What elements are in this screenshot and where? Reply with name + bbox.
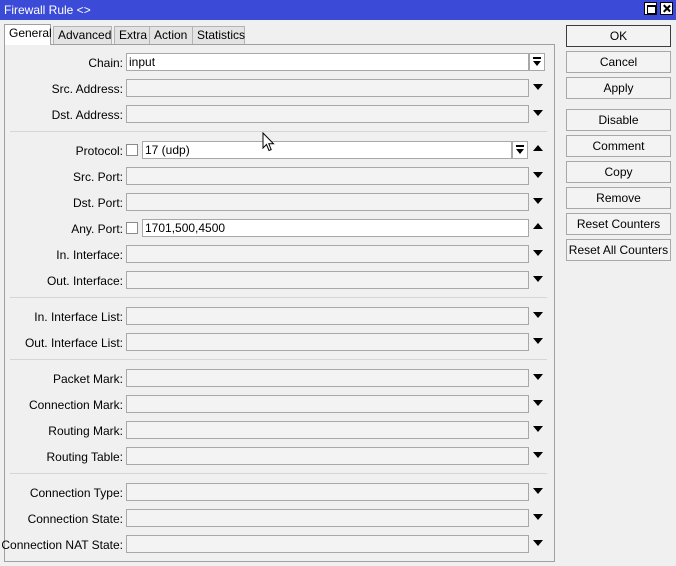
out-interface-label: Out. Interface:	[46, 274, 123, 288]
packet-mark-input[interactable]	[126, 369, 529, 387]
connection-nat-state-expand-icon[interactable]	[533, 540, 543, 546]
tab-extra[interactable]: Extra	[114, 26, 150, 44]
connection-state-label: Connection State:	[27, 512, 123, 526]
separator	[10, 131, 547, 132]
packet-mark-label: Packet Mark:	[52, 372, 123, 386]
remove-button[interactable]: Remove	[566, 187, 671, 209]
any-port-collapse-icon[interactable]	[533, 223, 543, 229]
separator	[10, 473, 547, 474]
protocol-negate-checkbox[interactable]	[126, 144, 138, 156]
out-interface-list-expand-icon[interactable]	[533, 338, 543, 344]
routing-table-row: Routing Table:	[5, 447, 554, 467]
in-interface-row: In. Interface:	[5, 245, 554, 265]
in-interface-list-input[interactable]	[126, 307, 529, 325]
in-interface-label: In. Interface:	[56, 248, 123, 262]
dst-port-expand-icon[interactable]	[533, 198, 543, 204]
connection-nat-state-label: Connection NAT State:	[1, 538, 123, 552]
connection-nat-state-row: Connection NAT State:	[1, 535, 554, 555]
out-interface-list-input[interactable]	[126, 333, 529, 351]
protocol-collapse-icon[interactable]	[533, 145, 543, 151]
src-address-input[interactable]	[126, 79, 529, 97]
protocol-dropdown-icon[interactable]	[512, 141, 528, 159]
packet-mark-expand-icon[interactable]	[533, 374, 543, 380]
general-tab-panel: Chain: input Src. Address: Dst. Address:…	[1, 44, 555, 562]
mouse-cursor-icon	[262, 132, 275, 152]
in-interface-list-expand-icon[interactable]	[533, 312, 543, 318]
src-address-expand-icon[interactable]	[533, 84, 543, 90]
packet-mark-row: Packet Mark:	[5, 369, 554, 389]
connection-type-expand-icon[interactable]	[533, 488, 543, 494]
any-port-label: Any. Port:	[71, 222, 123, 236]
protocol-label: Protocol:	[75, 144, 123, 158]
connection-state-expand-icon[interactable]	[533, 514, 543, 520]
copy-button[interactable]: Copy	[566, 161, 671, 183]
chain-row: Chain: input	[5, 53, 554, 73]
maximize-icon[interactable]	[644, 2, 657, 15]
protocol-row: Protocol: 17 (udp)	[5, 141, 554, 161]
out-interface-list-row: Out. Interface List:	[5, 333, 554, 353]
separator	[10, 359, 547, 360]
routing-mark-expand-icon[interactable]	[533, 426, 543, 432]
in-interface-list-row: In. Interface List:	[5, 307, 554, 327]
src-address-row: Src. Address:	[5, 79, 554, 99]
dst-address-label: Dst. Address:	[51, 108, 123, 122]
out-interface-row: Out. Interface:	[5, 271, 554, 291]
routing-mark-input[interactable]	[126, 421, 529, 439]
window-title: Firewall Rule <>	[4, 3, 91, 17]
routing-mark-label: Routing Mark:	[48, 424, 123, 438]
apply-button[interactable]: Apply	[566, 77, 671, 99]
dst-port-row: Dst. Port:	[5, 193, 554, 213]
chain-label: Chain:	[88, 56, 123, 70]
in-interface-expand-icon[interactable]	[533, 250, 543, 256]
src-port-expand-icon[interactable]	[533, 172, 543, 178]
chain-dropdown-icon[interactable]	[529, 53, 545, 71]
tab-action[interactable]: Action	[149, 26, 193, 44]
tab-general[interactable]: General	[4, 24, 52, 45]
out-interface-expand-icon[interactable]	[533, 276, 543, 282]
connection-mark-label: Connection Mark:	[28, 398, 123, 412]
tab-advanced[interactable]: Advanced	[53, 26, 112, 44]
reset-counters-button[interactable]: Reset Counters	[566, 213, 671, 235]
chain-input[interactable]: input	[126, 53, 529, 71]
disable-button[interactable]: Disable	[566, 109, 671, 131]
connection-nat-state-input[interactable]	[126, 535, 529, 553]
routing-mark-row: Routing Mark:	[5, 421, 554, 441]
close-icon[interactable]	[660, 2, 673, 15]
connection-state-row: Connection State:	[5, 509, 554, 529]
connection-type-label: Connection Type:	[29, 486, 123, 500]
any-port-input[interactable]: 1701,500,4500	[142, 219, 529, 237]
src-port-row: Src. Port:	[5, 167, 554, 187]
connection-type-row: Connection Type:	[5, 483, 554, 503]
dst-address-row: Dst. Address:	[5, 105, 554, 125]
connection-state-input[interactable]	[126, 509, 529, 527]
dst-address-expand-icon[interactable]	[533, 110, 543, 116]
dst-port-input[interactable]	[126, 193, 529, 211]
connection-mark-expand-icon[interactable]	[533, 400, 543, 406]
comment-button[interactable]: Comment	[566, 135, 671, 157]
src-port-label: Src. Port:	[72, 170, 123, 184]
dst-port-label: Dst. Port:	[72, 196, 123, 210]
dst-address-input[interactable]	[126, 105, 529, 123]
any-port-negate-checkbox[interactable]	[126, 222, 138, 234]
in-interface-list-label: In. Interface List:	[34, 310, 123, 324]
tab-statistics[interactable]: Statistics	[192, 26, 245, 44]
src-port-input[interactable]	[126, 167, 529, 185]
ok-button[interactable]: OK	[566, 25, 671, 47]
connection-mark-row: Connection Mark:	[5, 395, 554, 415]
routing-table-label: Routing Table:	[46, 450, 124, 464]
separator	[10, 297, 547, 298]
src-address-label: Src. Address:	[51, 82, 123, 96]
any-port-row: Any. Port: 1701,500,4500	[5, 219, 554, 239]
routing-table-expand-icon[interactable]	[533, 452, 543, 458]
title-bar: Firewall Rule <>	[0, 0, 676, 20]
connection-type-input[interactable]	[126, 483, 529, 501]
connection-mark-input[interactable]	[126, 395, 529, 413]
cancel-button[interactable]: Cancel	[566, 51, 671, 73]
reset-all-counters-button[interactable]: Reset All Counters	[566, 239, 671, 261]
routing-table-input[interactable]	[126, 447, 529, 465]
out-interface-list-label: Out. Interface List:	[24, 336, 123, 350]
out-interface-input[interactable]	[126, 271, 529, 289]
protocol-input[interactable]: 17 (udp)	[142, 141, 512, 159]
in-interface-input[interactable]	[126, 245, 529, 263]
